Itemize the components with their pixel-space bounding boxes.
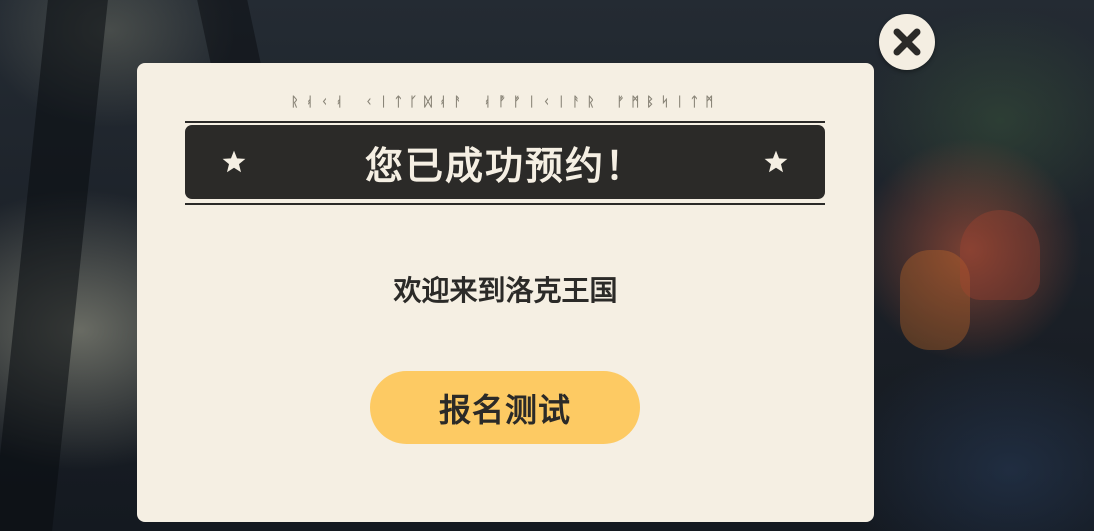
- star-icon: [222, 150, 246, 173]
- reservation-dialog: ᚱᚮᚲᚮ ᚲᛁᛏᚴᛞᚮᚨ ᚮᚡᚠᛁᚲᛁᚨᚱ ᚠᛗᛒᛋᛁᛏᛗ 您已成功预约！ 欢迎…: [137, 63, 874, 522]
- register-test-button[interactable]: 报名测试: [370, 371, 640, 444]
- background-creature-head: [960, 210, 1040, 300]
- close-icon: [893, 28, 921, 56]
- star-icon: [764, 150, 788, 173]
- title-banner: 您已成功预约！: [185, 125, 825, 199]
- welcome-text: 欢迎来到洛克王国: [393, 274, 618, 307]
- rune-decorative-text: ᚱᚮᚲᚮ ᚲᛁᛏᚴᛞᚮᚨ ᚮᚡᚠᛁᚲᛁᚨᚱ ᚠᛗᛒᛋᛁᛏᛗ: [290, 95, 721, 110]
- dialog-title: 您已成功预约！: [364, 143, 645, 188]
- banner-bottom-rule: [185, 203, 825, 205]
- close-button[interactable]: [879, 14, 935, 70]
- banner-top-rule: [185, 121, 825, 123]
- tree-trunk: [0, 0, 108, 531]
